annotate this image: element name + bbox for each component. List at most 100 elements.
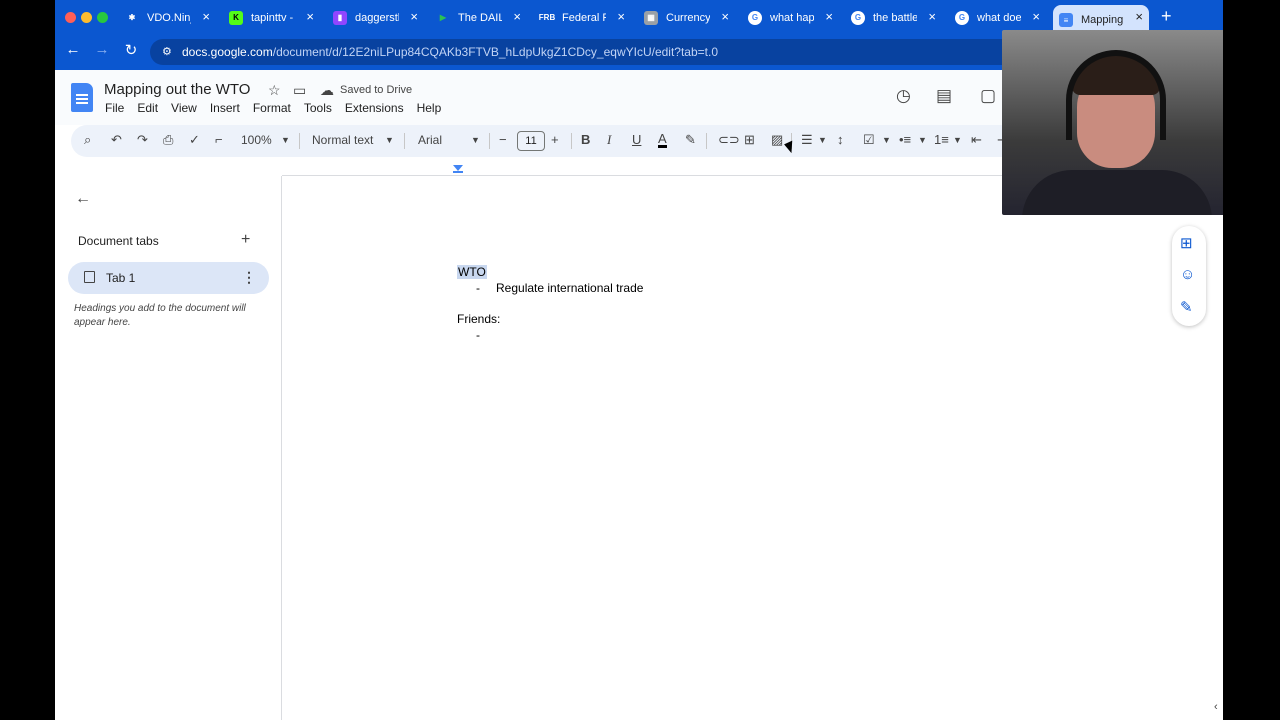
text-color-icon[interactable]: A: [658, 132, 667, 148]
close-tab-icon[interactable]: ×: [202, 10, 210, 24]
menu-insert[interactable]: Insert: [210, 101, 240, 115]
numbered-list-icon[interactable]: 1≡: [934, 132, 949, 147]
site-info-icon[interactable]: ⚙: [162, 45, 172, 58]
reload-icon[interactable]: ↻: [120, 41, 142, 59]
increase-font-size-icon[interactable]: +: [551, 132, 559, 147]
add-comment-icon[interactable]: ⊞: [1180, 234, 1193, 252]
chevron-down-icon[interactable]: ▼: [953, 135, 962, 145]
close-tab-icon[interactable]: ×: [513, 10, 521, 24]
bold-icon[interactable]: B: [581, 132, 590, 147]
redo-icon[interactable]: ↷: [137, 132, 148, 148]
spellcheck-icon[interactable]: ✓: [189, 132, 200, 148]
decrease-indent-icon[interactable]: ⇤: [971, 132, 982, 148]
bullet-text[interactable]: Regulate international trade: [496, 281, 643, 295]
new-tab-button[interactable]: +: [1161, 6, 1172, 27]
menu-file[interactable]: File: [105, 101, 124, 115]
friends-text[interactable]: Friends:: [457, 312, 500, 326]
suggest-edits-icon[interactable]: ✎: [1180, 298, 1193, 316]
chevron-down-icon[interactable]: ▼: [818, 135, 827, 145]
tab-options-icon[interactable]: ⋮: [242, 269, 256, 286]
url-bar[interactable]: ⚙ docs.google.com/document/d/12E2niLPup8…: [150, 39, 1110, 65]
checklist-icon[interactable]: ☑: [863, 132, 875, 148]
maximize-window-button[interactable]: [97, 12, 108, 23]
menu-edit[interactable]: Edit: [137, 101, 158, 115]
add-tab-icon[interactable]: +: [241, 231, 250, 249]
url-path: /document/d/12E2niLPup84CQAKb3FTVB_hLdpU…: [272, 45, 718, 59]
browser-tab[interactable]: ▶ The DAILY ×: [436, 5, 521, 30]
bulleted-list-icon[interactable]: •≡: [899, 132, 911, 147]
zoom-select[interactable]: 100%: [241, 133, 272, 147]
line-spacing-icon[interactable]: ↕: [837, 132, 844, 147]
style-select[interactable]: Normal text: [312, 133, 373, 147]
menu-extensions[interactable]: Extensions: [345, 101, 404, 115]
divider: [706, 133, 707, 149]
browser-tab[interactable]: FRB Federal Re ×: [538, 5, 625, 30]
menu-tools[interactable]: Tools: [304, 101, 332, 115]
close-window-button[interactable]: [65, 12, 76, 23]
print-icon[interactable]: ⎙: [163, 132, 173, 148]
chevron-left-icon[interactable]: ‹: [1214, 701, 1218, 713]
browser-tab[interactable]: G what does ×: [955, 5, 1040, 30]
tab-title: tapinttv -: [251, 11, 294, 24]
document-tab-item[interactable]: Tab 1 ⋮: [68, 262, 269, 294]
twitch-icon: ▮: [333, 10, 347, 25]
selected-heading-text[interactable]: WTO: [457, 265, 487, 279]
close-tab-icon[interactable]: ×: [721, 10, 729, 24]
close-tab-icon[interactable]: ×: [928, 10, 936, 24]
browser-tab[interactable]: ▦ Currency ×: [644, 5, 729, 30]
tab-title: daggersth: [355, 11, 399, 24]
browser-tab[interactable]: ▮ daggersth ×: [333, 5, 418, 30]
back-icon[interactable]: ←: [62, 41, 84, 58]
menu-view[interactable]: View: [171, 101, 197, 115]
chevron-down-icon[interactable]: ▼: [918, 135, 927, 145]
browser-tab[interactable]: G the battle ×: [851, 5, 936, 30]
first-line-indent-marker[interactable]: [453, 171, 463, 173]
menu-help[interactable]: Help: [417, 101, 442, 115]
decrease-font-size-icon[interactable]: −: [499, 132, 507, 147]
highlight-color-icon[interactable]: ✎: [685, 132, 696, 148]
vdo-ninja-icon: ✱: [128, 13, 136, 22]
tab-title: Federal Re: [562, 11, 606, 24]
close-tab-icon[interactable]: ×: [306, 10, 314, 24]
version-history-icon[interactable]: ◷: [896, 86, 911, 106]
document-outline-panel: ← Document tabs + Tab 1 ⋮ Headings you a…: [55, 176, 282, 720]
browser-tab[interactable]: G what happ ×: [748, 5, 833, 30]
close-tab-icon[interactable]: ×: [825, 10, 833, 24]
close-tab-icon[interactable]: ×: [617, 10, 625, 24]
close-tab-icon[interactable]: ×: [410, 10, 418, 24]
close-tab-icon[interactable]: ×: [1135, 10, 1143, 24]
comments-icon[interactable]: ▤: [936, 86, 952, 106]
insert-image-icon[interactable]: ▨: [771, 132, 783, 148]
search-menus-icon[interactable]: ⌕: [84, 132, 91, 148]
add-comment-icon[interactable]: ⊞: [744, 132, 755, 148]
browser-tab[interactable]: K tapinttv - ×: [229, 5, 314, 30]
minimize-window-button[interactable]: [81, 12, 92, 23]
move-folder-icon[interactable]: ▭: [293, 82, 306, 99]
docs-logo-icon[interactable]: [71, 83, 93, 112]
italic-icon[interactable]: I: [607, 132, 611, 148]
chevron-down-icon[interactable]: ▼: [471, 135, 480, 145]
font-size-input[interactable]: 11: [517, 131, 545, 151]
close-outline-icon[interactable]: ←: [75, 190, 91, 208]
close-tab-icon[interactable]: ×: [1032, 10, 1040, 24]
browser-tab[interactable]: ✱ VDO.Ninja ×: [125, 5, 210, 30]
add-emoji-reaction-icon[interactable]: ☺: [1180, 266, 1195, 283]
paint-format-icon[interactable]: ⌐: [215, 132, 223, 147]
headings-hint: Headings you add to the document will ap…: [74, 303, 246, 328]
meet-icon[interactable]: ▢: [980, 86, 996, 106]
document-page[interactable]: WTO - Regulate international trade Frien…: [282, 176, 1223, 720]
chevron-down-icon[interactable]: ▼: [385, 135, 394, 145]
star-icon[interactable]: ☆: [268, 82, 281, 99]
align-icon[interactable]: ☰: [801, 132, 813, 148]
font-select[interactable]: Arial: [418, 133, 442, 147]
underline-icon[interactable]: U: [632, 132, 641, 147]
forward-icon[interactable]: →: [91, 41, 113, 58]
insert-link-icon[interactable]: ⊂⊃: [718, 132, 740, 148]
undo-icon[interactable]: ↶: [111, 132, 122, 148]
chevron-down-icon[interactable]: ▼: [882, 135, 891, 145]
menu-format[interactable]: Format: [253, 101, 291, 115]
frb-icon: FRB: [538, 13, 556, 22]
chevron-down-icon[interactable]: ▼: [281, 135, 290, 145]
headset-icon: [1066, 50, 1166, 140]
document-title[interactable]: Mapping out the WTO: [104, 81, 250, 98]
